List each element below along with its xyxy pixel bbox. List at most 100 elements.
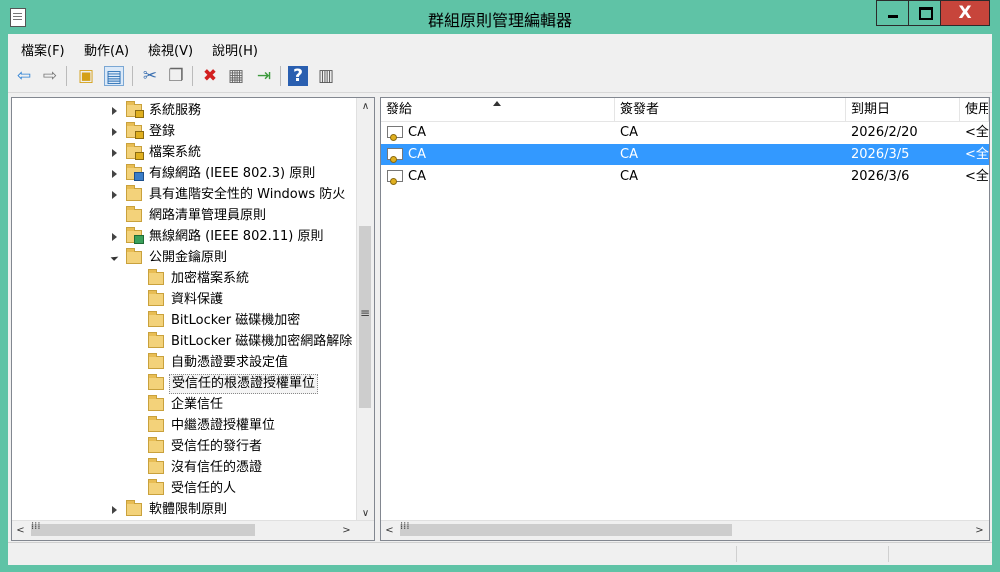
folder-icon — [148, 290, 164, 306]
column-header-issued-by[interactable]: 簽發者 — [615, 98, 846, 121]
show-hide-tree-icon[interactable]: ▤ — [104, 66, 124, 87]
details-view-icon[interactable]: ▥ — [316, 66, 336, 86]
cell-issued-to: CA — [408, 125, 426, 140]
window-title: 群組原則管理編輯器 — [427, 11, 572, 30]
folder-lock-icon — [126, 101, 144, 118]
folder-icon — [148, 332, 164, 348]
tree-item-label: 受信任的人 — [171, 481, 237, 496]
cell-issued-to: CA — [408, 147, 426, 162]
cut-icon[interactable]: ✂ — [140, 66, 160, 86]
column-header-issued-to[interactable]: 發給 — [381, 98, 615, 121]
column-header-label: 使用 — [965, 102, 989, 117]
scroll-thumb[interactable] — [31, 521, 255, 536]
tree-item-label: 軟體限制原則 — [149, 502, 228, 517]
back-icon[interactable]: ⇦ — [14, 66, 34, 86]
tree-item-label: 登錄 — [149, 124, 176, 139]
properties-icon[interactable]: ▦ — [226, 66, 246, 86]
tree-pane[interactable]: 系統服務 登錄 檔案系統 有線網路 (IEEE 802.3) 原則 具有進階安全 — [11, 97, 375, 541]
scroll-thumb[interactable] — [400, 521, 732, 536]
expand-arrow-icon[interactable] — [112, 233, 117, 241]
expand-arrow-icon[interactable] — [112, 506, 117, 514]
menu-view[interactable]: 檢視(V) — [148, 40, 193, 59]
folder-icon — [148, 395, 164, 411]
column-header-expiration[interactable]: 到期日 — [846, 98, 960, 121]
up-folder-icon[interactable]: ▣ — [76, 66, 96, 86]
folder-icon — [148, 353, 164, 369]
list-row[interactable]: CA CA 2026/3/6 <全 — [381, 166, 989, 187]
toolbar: ⇦ ⇨ ▣ ▤ ✂ ❐ ✖ ▦ ⇥ ? ▥ — [8, 60, 992, 93]
help-icon[interactable]: ? — [288, 66, 308, 86]
minimize-button[interactable] — [876, 0, 909, 26]
tree-item-label: 公開金鑰原則 — [149, 250, 228, 265]
cell-issued-by: CA — [620, 169, 638, 184]
scroll-left-button[interactable]: < — [12, 522, 29, 539]
collapse-arrow-icon[interactable] — [110, 253, 119, 261]
scroll-up-button[interactable]: ∧ — [357, 98, 374, 115]
folder-icon — [126, 248, 142, 264]
tree-item-label: 具有進階安全性的 Windows 防火 — [149, 187, 346, 202]
column-header-purpose[interactable]: 使用 — [960, 98, 989, 121]
cell-purpose: <全 — [965, 125, 989, 140]
scroll-left-button[interactable]: < — [381, 522, 398, 539]
folder-icon — [148, 458, 164, 474]
toolbar-separator — [66, 66, 67, 86]
list-horizontal-scrollbar[interactable]: < > — [381, 520, 989, 540]
export-icon[interactable]: ⇥ — [254, 66, 274, 86]
tree-item-label: 系統服務 — [149, 103, 202, 118]
tree-item-label: 加密檔案系統 — [171, 271, 250, 286]
list-row[interactable]: CA CA 2026/2/20 <全 — [381, 122, 989, 143]
expand-arrow-icon[interactable] — [112, 128, 117, 136]
folder-icon — [148, 437, 164, 453]
expand-arrow-icon[interactable] — [112, 170, 117, 178]
folder-lock-icon — [126, 143, 144, 160]
expand-arrow-icon[interactable] — [112, 149, 117, 157]
expand-arrow-icon[interactable] — [112, 107, 117, 115]
folder-icon — [148, 416, 164, 432]
tree-horizontal-scrollbar[interactable]: < > — [12, 520, 374, 540]
status-bar — [8, 542, 992, 565]
expand-arrow-icon[interactable] — [112, 191, 117, 199]
tree-item-label: BitLocker 磁碟機加密網路解除 — [171, 334, 353, 349]
network-policy-icon — [126, 164, 144, 181]
menu-file[interactable]: 檔案(F) — [21, 40, 65, 59]
tree-item-label: 網路清單管理員原則 — [149, 208, 267, 223]
tree-vertical-scrollbar[interactable]: ∧ ∨ — [356, 98, 374, 522]
tree-item-label: 無線網路 (IEEE 802.11) 原則 — [149, 229, 324, 244]
list-row-selected[interactable]: CA CA 2026/3/5 <全 — [381, 144, 989, 165]
tree-item-label: 受信任的根憑證授權單位 — [169, 374, 319, 394]
copy-icon[interactable]: ❐ — [166, 66, 186, 86]
tree-item-label: 自動憑證要求設定值 — [171, 355, 289, 370]
tree-item-label: 資料保護 — [171, 292, 224, 307]
menu-help[interactable]: 說明(H) — [212, 40, 258, 59]
delete-icon[interactable]: ✖ — [200, 66, 220, 86]
list-header: 發給 簽發者 到期日 使用 — [381, 98, 989, 122]
wireless-policy-icon — [126, 227, 144, 244]
scroll-right-button[interactable]: > — [338, 522, 355, 539]
certificate-list-pane[interactable]: 發給 簽發者 到期日 使用 CA CA 2026/2/20 <全 CA CA 2… — [380, 97, 990, 541]
certificate-icon — [387, 148, 403, 163]
scroll-right-button[interactable]: > — [971, 522, 988, 539]
title-bar[interactable]: 群組原則管理編輯器 X — [0, 0, 1000, 34]
toolbar-separator — [132, 66, 133, 86]
column-header-label: 發給 — [386, 102, 413, 117]
maximize-button[interactable] — [908, 0, 941, 26]
folder-icon — [126, 500, 142, 516]
tree-item-label: 受信任的發行者 — [171, 439, 263, 454]
tree-item-label: BitLocker 磁碟機加密 — [171, 313, 301, 328]
folder-icon — [148, 479, 164, 495]
tree-item-label: 檔案系統 — [149, 145, 202, 160]
status-separator — [888, 546, 889, 562]
app-window: 群組原則管理編輯器 X 檔案(F) 動作(A) 檢視(V) 說明(H) ⇦ ⇨ … — [0, 0, 1000, 572]
column-header-label: 簽發者 — [620, 102, 660, 117]
cell-issued-by: CA — [620, 147, 638, 162]
scroll-thumb[interactable] — [359, 226, 371, 408]
tree-item-label: 企業信任 — [171, 397, 224, 412]
folder-icon — [148, 374, 164, 390]
sort-ascending-icon — [493, 101, 501, 106]
menu-action[interactable]: 動作(A) — [84, 40, 129, 59]
cell-purpose: <全 — [965, 169, 989, 184]
close-button[interactable]: X — [940, 0, 990, 26]
forward-icon[interactable]: ⇨ — [40, 66, 60, 86]
folder-icon — [148, 269, 164, 285]
cell-expiration: 2026/3/5 — [851, 147, 910, 162]
